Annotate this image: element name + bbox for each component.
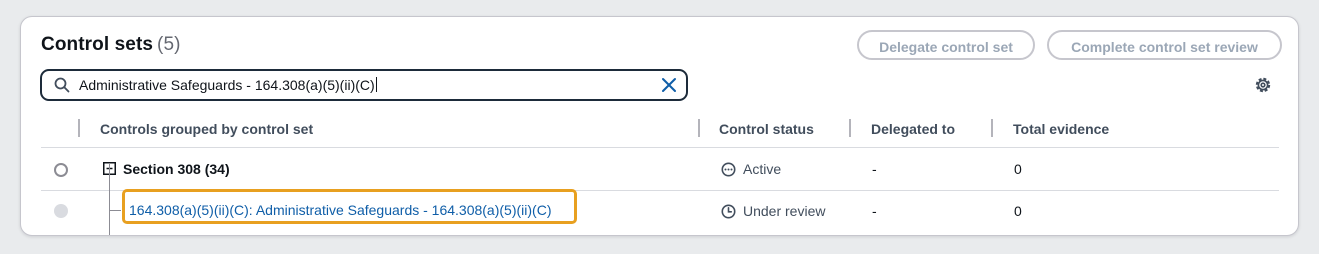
- total-evidence-value: 0: [1014, 161, 1022, 177]
- table-header: Controls grouped by control set Control …: [21, 115, 1298, 147]
- search-input[interactable]: Administrative Safeguards - 164.308(a)(5…: [40, 69, 688, 101]
- column-divider[interactable]: [698, 119, 700, 137]
- status-text: Under review: [743, 203, 826, 219]
- active-status-icon: [721, 162, 736, 177]
- divider: [41, 147, 1279, 148]
- status-badge: Under review: [721, 203, 825, 219]
- column-header-controls[interactable]: Controls grouped by control set: [100, 121, 313, 137]
- column-divider[interactable]: [78, 119, 80, 137]
- status-badge: Active: [721, 161, 781, 177]
- gear-icon[interactable]: [1254, 76, 1272, 94]
- delegate-control-set-button[interactable]: Delegate control set: [857, 30, 1035, 60]
- column-header-delegated-to[interactable]: Delegated to: [871, 121, 955, 137]
- total-evidence-value: 0: [1014, 203, 1022, 219]
- search-icon: [54, 77, 70, 93]
- column-header-control-status[interactable]: Control status: [719, 121, 814, 137]
- column-header-total-evidence[interactable]: Total evidence: [1013, 121, 1109, 137]
- tree-branch: [109, 210, 121, 211]
- control-set-label: Section 308 (34): [123, 161, 230, 177]
- control-sets-panel: Control sets (5) Delegate control set Com…: [20, 16, 1299, 236]
- highlight-box: [122, 189, 577, 224]
- table-row: Section 308 (34) Active - 0: [21, 149, 1298, 189]
- under-review-status-icon: [721, 204, 736, 219]
- title-text: Control sets: [41, 34, 154, 55]
- delegated-to-value: -: [872, 203, 877, 219]
- search-input-value[interactable]: Administrative Safeguards - 164.308(a)(5…: [79, 77, 377, 93]
- clear-search-icon[interactable]: [661, 77, 677, 93]
- delegated-to-value: -: [872, 161, 877, 177]
- page-title: Control sets (5): [41, 34, 181, 56]
- status-text: Active: [743, 161, 782, 177]
- title-count: (5): [157, 34, 181, 55]
- complete-control-set-review-button[interactable]: Complete control set review: [1047, 30, 1282, 60]
- column-divider[interactable]: [849, 119, 851, 137]
- row-select-radio[interactable]: [54, 163, 68, 177]
- row-select-radio[interactable]: [54, 204, 68, 218]
- column-divider[interactable]: [991, 119, 993, 137]
